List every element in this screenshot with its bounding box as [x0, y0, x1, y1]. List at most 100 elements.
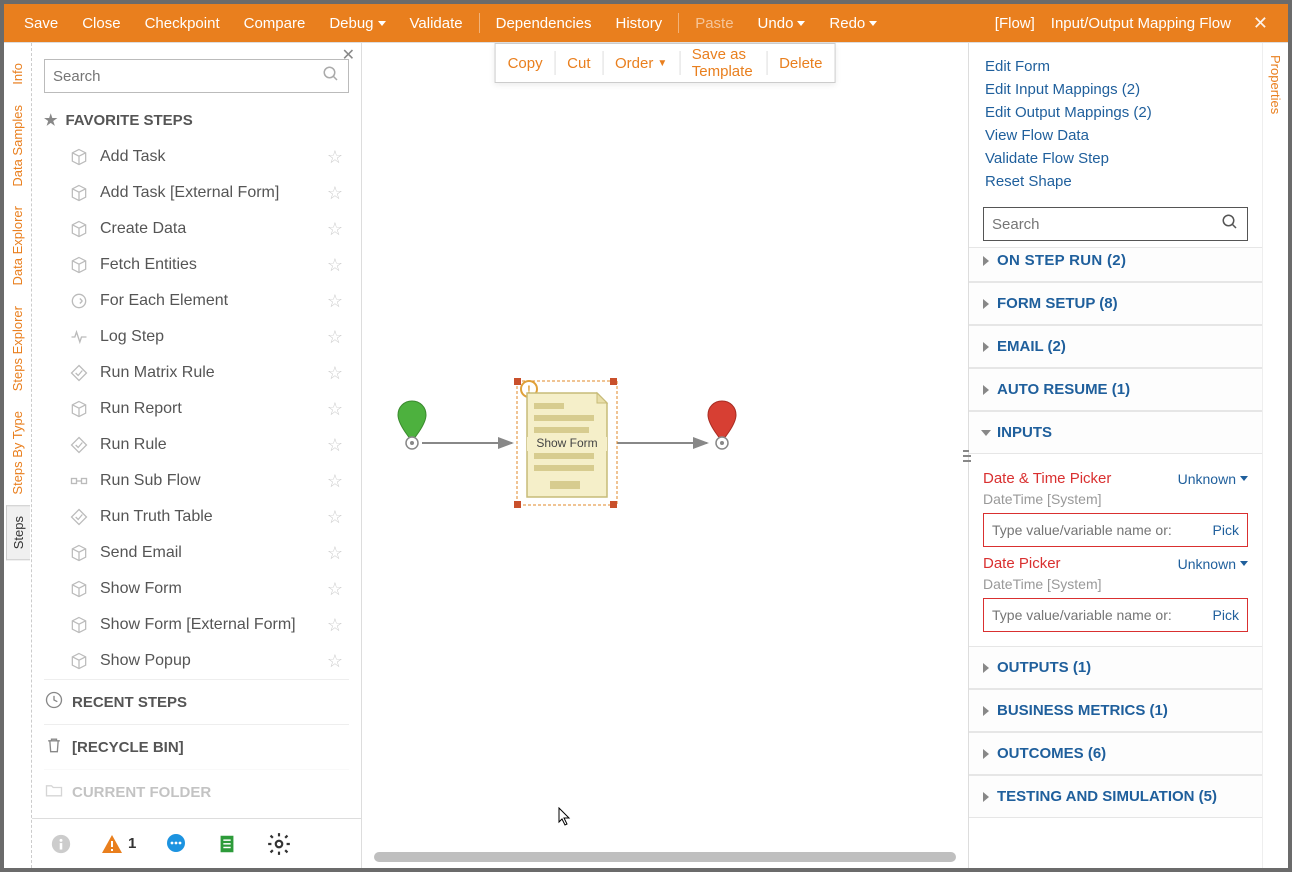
input-label: Date & Time Picker: [983, 470, 1111, 487]
section-business-metrics[interactable]: BUSINESS METRICS (1): [969, 689, 1262, 732]
paste-button[interactable]: Paste: [683, 15, 745, 32]
section-form-setup[interactable]: FORM SETUP (8): [969, 282, 1262, 325]
current-folder-heading[interactable]: CURRENT FOLDER: [44, 769, 349, 814]
favorite-star-icon[interactable]: ☆: [327, 255, 343, 276]
horizontal-scrollbar[interactable]: [374, 852, 956, 862]
input-status-dropdown[interactable]: Unknown: [1178, 471, 1248, 487]
tab-steps[interactable]: Steps: [6, 505, 30, 560]
section-outputs[interactable]: OUTPUTS (1): [969, 646, 1262, 689]
tab-steps-explorer[interactable]: Steps Explorer: [6, 296, 29, 401]
step-item[interactable]: Log Step☆: [44, 319, 349, 355]
favorite-star-icon[interactable]: ☆: [327, 435, 343, 456]
flow-canvas[interactable]: Copy Cut Order ▼ Save as Template Delete: [362, 43, 968, 868]
validate-button[interactable]: Validate: [398, 15, 475, 32]
chevron-right-icon: [983, 792, 989, 802]
section-email[interactable]: EMAIL (2): [969, 325, 1262, 368]
favorite-star-icon[interactable]: ☆: [327, 363, 343, 384]
favorite-star-icon[interactable]: ☆: [327, 615, 343, 636]
tab-info[interactable]: Info: [6, 53, 29, 95]
edit-output-mappings-link[interactable]: Edit Output Mappings (2): [985, 103, 1246, 122]
input-value-field[interactable]: [992, 607, 1209, 623]
folder-icon: [44, 780, 64, 804]
checkpoint-button[interactable]: Checkpoint: [133, 15, 232, 32]
chevron-right-icon: [983, 706, 989, 716]
step-item[interactable]: Show Popup☆: [44, 643, 349, 679]
favorite-star-icon[interactable]: ☆: [327, 507, 343, 528]
cube-icon: [68, 146, 90, 168]
step-item[interactable]: Show Form [External Form]☆: [44, 607, 349, 643]
tab-data-explorer[interactable]: Data Explorer: [6, 196, 29, 295]
warning-icon[interactable]: 1: [100, 832, 136, 856]
close-button[interactable]: Close: [70, 15, 132, 32]
step-item[interactable]: Run Sub Flow☆: [44, 463, 349, 499]
cube-icon: [68, 650, 90, 672]
step-item[interactable]: For Each Element☆: [44, 283, 349, 319]
cube-icon: [68, 614, 90, 636]
favorite-star-icon[interactable]: ☆: [327, 219, 343, 240]
debug-button[interactable]: Debug: [317, 15, 397, 32]
edit-form-link[interactable]: Edit Form: [985, 57, 1246, 76]
recycle-bin-heading[interactable]: [RECYCLE BIN]: [44, 724, 349, 769]
tab-data-samples[interactable]: Data Samples: [6, 95, 29, 197]
history-button[interactable]: History: [604, 15, 675, 32]
validate-flow-step-link[interactable]: Validate Flow Step: [985, 149, 1246, 168]
steps-search[interactable]: [44, 59, 349, 93]
input-value-field[interactable]: [992, 522, 1209, 538]
favorite-star-icon[interactable]: ☆: [327, 543, 343, 564]
favorite-star-icon[interactable]: ☆: [327, 291, 343, 312]
dependencies-button[interactable]: Dependencies: [484, 15, 604, 32]
step-item[interactable]: Run Rule☆: [44, 427, 349, 463]
input-type: DateTime [System]: [983, 491, 1248, 507]
properties-search[interactable]: [983, 207, 1248, 241]
step-item[interactable]: Run Report☆: [44, 391, 349, 427]
favorite-star-icon[interactable]: ☆: [327, 183, 343, 204]
step-item[interactable]: Show Form☆: [44, 571, 349, 607]
diamond-check-icon: [68, 434, 90, 456]
chevron-right-icon: [983, 342, 989, 352]
input-value-box[interactable]: Pick: [983, 598, 1248, 632]
favorite-star-icon[interactable]: ☆: [327, 327, 343, 348]
edit-input-mappings-link[interactable]: Edit Input Mappings (2): [985, 80, 1246, 99]
pick-link[interactable]: Pick: [1213, 522, 1239, 538]
step-item[interactable]: Run Truth Table☆: [44, 499, 349, 535]
end-node[interactable]: [708, 401, 736, 449]
view-flow-data-link[interactable]: View Flow Data: [985, 126, 1246, 145]
step-item[interactable]: Add Task☆: [44, 139, 349, 175]
step-item[interactable]: Create Data☆: [44, 211, 349, 247]
tab-steps-by-type[interactable]: Steps By Type: [6, 401, 29, 505]
undo-button[interactable]: Undo: [746, 15, 818, 32]
step-item[interactable]: Fetch Entities☆: [44, 247, 349, 283]
favorite-star-icon[interactable]: ☆: [327, 579, 343, 600]
section-inputs[interactable]: INPUTS: [969, 411, 1262, 454]
reset-shape-link[interactable]: Reset Shape: [985, 172, 1246, 191]
step-item[interactable]: Run Matrix Rule☆: [44, 355, 349, 391]
panel-close-icon[interactable]: ✕: [342, 45, 355, 65]
favorite-star-icon[interactable]: ☆: [327, 651, 343, 672]
input-value-box[interactable]: Pick: [983, 513, 1248, 547]
input-status-dropdown[interactable]: Unknown: [1178, 556, 1248, 572]
compare-button[interactable]: Compare: [232, 15, 318, 32]
step-item[interactable]: Add Task [External Form]☆: [44, 175, 349, 211]
start-node[interactable]: [398, 401, 426, 449]
info-dot-icon[interactable]: [50, 833, 72, 855]
chat-icon[interactable]: [164, 832, 188, 856]
step-item[interactable]: Send Email☆: [44, 535, 349, 571]
tab-properties[interactable]: Properties: [1263, 43, 1288, 126]
favorite-star-icon[interactable]: ☆: [327, 471, 343, 492]
pick-link[interactable]: Pick: [1213, 607, 1239, 623]
properties-search-input[interactable]: [992, 216, 1221, 233]
document-icon[interactable]: [216, 832, 238, 856]
show-form-node[interactable]: ! Show Form: [514, 378, 617, 508]
redo-button[interactable]: Redo: [817, 15, 889, 32]
search-input[interactable]: [53, 68, 322, 85]
save-button[interactable]: Save: [12, 15, 70, 32]
recent-steps-heading[interactable]: RECENT STEPS: [44, 679, 349, 724]
favorite-star-icon[interactable]: ☆: [327, 399, 343, 420]
section-testing[interactable]: TESTING AND SIMULATION (5): [969, 775, 1262, 818]
section-auto-resume[interactable]: AUTO RESUME (1): [969, 368, 1262, 411]
close-icon[interactable]: ✕: [1247, 13, 1274, 34]
gear-icon[interactable]: [266, 831, 292, 857]
section-on-step-run[interactable]: ON STEP RUN (2): [969, 247, 1262, 282]
favorite-star-icon[interactable]: ☆: [327, 147, 343, 168]
section-outcomes[interactable]: OUTCOMES (6): [969, 732, 1262, 775]
